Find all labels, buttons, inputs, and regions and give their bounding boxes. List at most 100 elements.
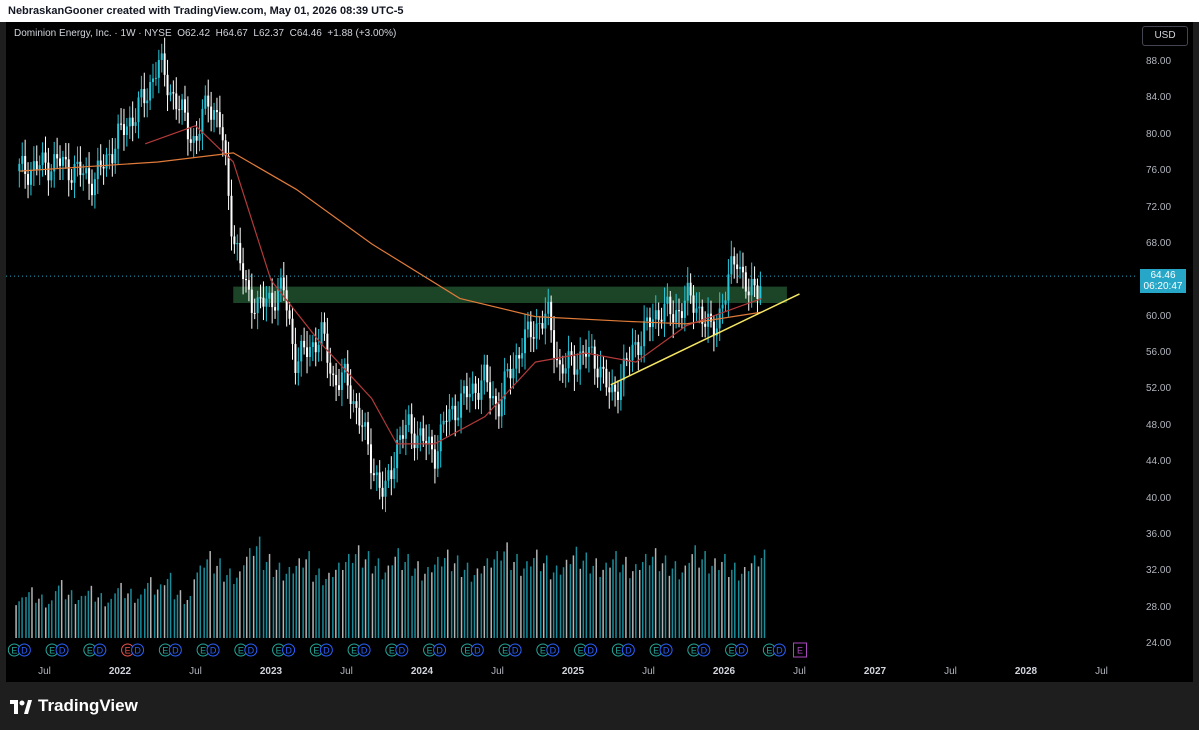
volume-bar bbox=[401, 569, 403, 638]
price-tick-label: 88.00 bbox=[1146, 56, 1172, 67]
dividend-marker-label: D bbox=[59, 646, 66, 656]
volume-bar bbox=[569, 564, 572, 638]
currency-button[interactable]: USD bbox=[1142, 26, 1188, 46]
volume-bar bbox=[328, 572, 330, 638]
volume-bar bbox=[347, 553, 350, 638]
volume-bar bbox=[51, 600, 53, 638]
volume-bar bbox=[35, 602, 37, 638]
volume-bar bbox=[18, 601, 20, 638]
candle-body bbox=[733, 256, 736, 265]
earnings-marker-label: E bbox=[313, 646, 319, 656]
volume-bar bbox=[629, 578, 631, 638]
candle-body bbox=[381, 487, 384, 497]
candle-body bbox=[227, 155, 230, 196]
volume-bar bbox=[760, 558, 763, 638]
volume-bar bbox=[67, 594, 70, 638]
candle-body bbox=[256, 297, 259, 314]
candle-body bbox=[428, 436, 431, 444]
candle-body bbox=[727, 274, 730, 301]
candle-body bbox=[518, 355, 521, 359]
candle-body bbox=[474, 383, 477, 393]
dividend-marker-label: D bbox=[436, 646, 443, 656]
dividend-marker-label: D bbox=[210, 646, 217, 656]
volume-bar bbox=[120, 582, 122, 638]
candle-body bbox=[111, 154, 114, 164]
candle-body bbox=[210, 106, 213, 120]
volume-bar bbox=[506, 542, 508, 638]
attribution-bar: NebraskanGooner created with TradingView… bbox=[0, 0, 1199, 22]
candle-body bbox=[332, 373, 335, 375]
candle-body bbox=[128, 117, 131, 127]
price-tick-label: 76.00 bbox=[1146, 165, 1172, 177]
dividend-marker-label: D bbox=[285, 646, 292, 656]
candle-body bbox=[279, 277, 282, 289]
symbol-name[interactable]: Dominion Energy, Inc. · 1W · NYSE bbox=[14, 28, 172, 39]
candle-body bbox=[686, 282, 689, 301]
dividend-marker-label: D bbox=[550, 646, 557, 656]
volume-bar bbox=[308, 551, 310, 638]
volume-bar bbox=[456, 555, 459, 638]
volume-bar bbox=[510, 569, 512, 638]
candle-body bbox=[125, 126, 128, 135]
candle-body bbox=[358, 407, 361, 426]
volume-bar bbox=[513, 561, 515, 638]
candle-body bbox=[477, 392, 480, 400]
volume-bar bbox=[90, 585, 93, 638]
volume-bar bbox=[589, 573, 591, 638]
earnings-marker-label: E bbox=[389, 646, 395, 656]
time-tick-label: 2025 bbox=[561, 666, 585, 677]
candle-body bbox=[361, 425, 364, 427]
candle-body bbox=[236, 242, 239, 245]
volume-bar bbox=[203, 567, 205, 638]
earnings-marker-label: E bbox=[427, 646, 433, 656]
volume-bar bbox=[750, 563, 753, 638]
candle-body bbox=[646, 317, 649, 322]
candle-body bbox=[567, 351, 570, 369]
volume-bar bbox=[124, 598, 126, 638]
volume-bar bbox=[753, 555, 756, 638]
candle-body bbox=[41, 152, 44, 166]
dividend-marker-label: D bbox=[248, 646, 255, 656]
volume-bar bbox=[599, 577, 601, 638]
volume-bar bbox=[229, 568, 231, 638]
volume-bar bbox=[130, 588, 132, 638]
volume-bar bbox=[278, 562, 281, 638]
time-tick-label: Jul bbox=[340, 666, 353, 677]
time-tick-label: Jul bbox=[793, 666, 806, 677]
last-price-value: 64.46 bbox=[1150, 270, 1176, 281]
volume-bar bbox=[661, 563, 664, 638]
volume-bar bbox=[159, 584, 162, 638]
candle-body bbox=[178, 109, 181, 111]
time-tick-label: Jul bbox=[1095, 666, 1108, 677]
candle-body bbox=[76, 161, 79, 165]
volume-bar bbox=[45, 607, 47, 638]
candle-body bbox=[587, 347, 590, 357]
volume-bar bbox=[483, 565, 486, 638]
volume-bar bbox=[381, 579, 384, 638]
volume-bar bbox=[275, 569, 278, 638]
volume-bar bbox=[341, 569, 344, 638]
volume-bar bbox=[526, 561, 528, 638]
volume-bar bbox=[25, 596, 27, 638]
candle-body bbox=[29, 169, 32, 185]
candle-body bbox=[599, 366, 602, 378]
volume-bar bbox=[493, 559, 495, 638]
chart-canvas[interactable]: EDEDEDEDEDEDEDEDEDEDEDEDEDEDEDEDEDEDEDED… bbox=[6, 22, 1193, 682]
volume-bar bbox=[635, 564, 637, 638]
tradingview-logo[interactable]: TradingView bbox=[10, 696, 138, 716]
price-tick-label: 60.00 bbox=[1146, 310, 1172, 322]
volume-bar bbox=[144, 588, 146, 638]
price-tick-label: 28.00 bbox=[1146, 601, 1172, 613]
candle-body bbox=[399, 435, 402, 440]
candle-body bbox=[44, 152, 47, 163]
candle-body bbox=[573, 356, 576, 375]
volume-bar bbox=[243, 565, 245, 638]
candle-body bbox=[169, 92, 172, 96]
volume-bar bbox=[503, 551, 505, 638]
earnings-marker-label: E bbox=[11, 646, 17, 656]
candle-body bbox=[335, 374, 338, 386]
candle-body bbox=[695, 308, 698, 313]
volume-bar bbox=[691, 554, 693, 638]
dividend-marker-label: D bbox=[323, 646, 330, 656]
candle-body bbox=[590, 346, 593, 348]
